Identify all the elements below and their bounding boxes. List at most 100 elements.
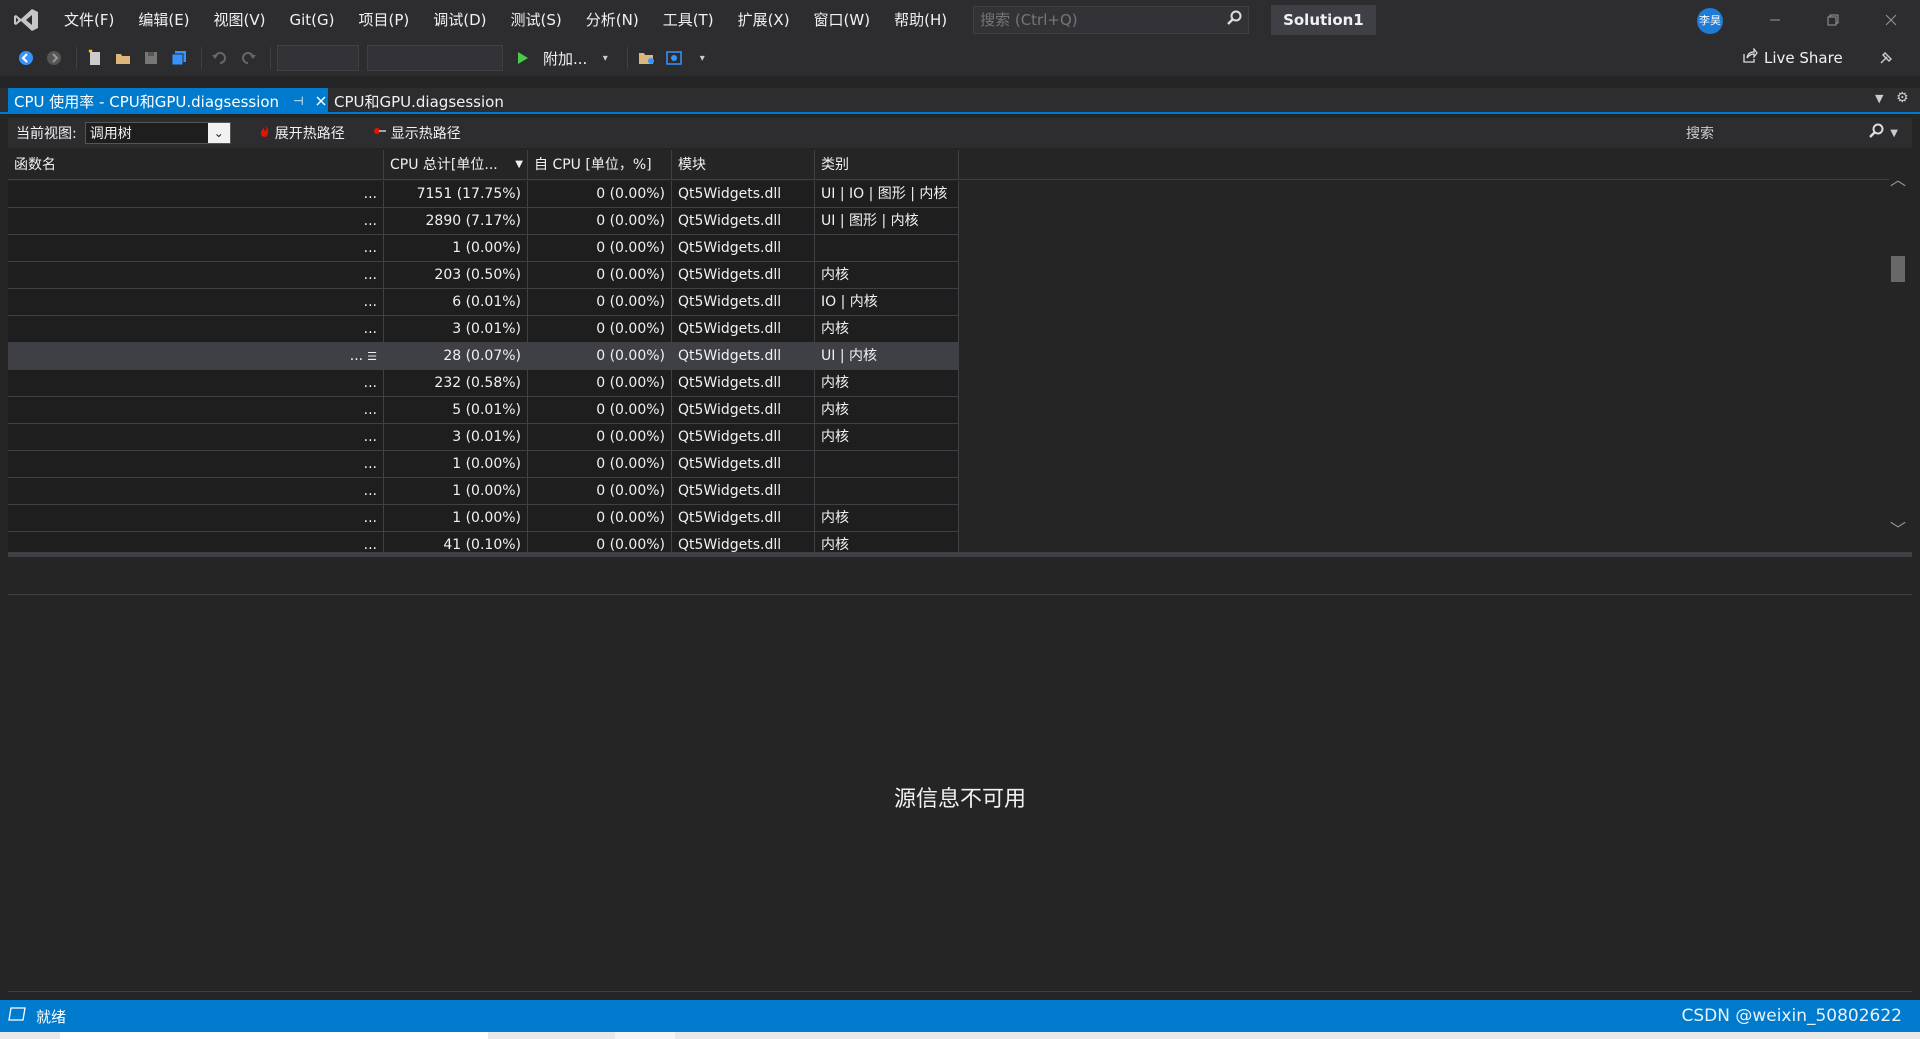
show-hot-path-button[interactable]: 显示热路径 xyxy=(373,123,461,143)
cpu-total-cell: 1 (0.00%) xyxy=(384,505,528,531)
close-tab-icon[interactable] xyxy=(315,92,326,110)
redo-icon[interactable] xyxy=(236,44,260,72)
undo-icon[interactable] xyxy=(208,44,232,72)
column-header-module[interactable]: 模块 xyxy=(672,150,815,180)
new-project-icon[interactable] xyxy=(83,44,107,72)
tab-cpu-usage[interactable]: CPU 使用率 - CPU和GPU.diagsession ⊣ xyxy=(8,88,328,114)
category-cell xyxy=(815,235,959,261)
start-debug-icon[interactable] xyxy=(511,44,535,72)
scroll-up-icon[interactable]: ︿ xyxy=(1888,166,1908,189)
table-row[interactable]: ... 203 (0.50%) 0 (0.00%) Qt5Widgets.dll 内核 xyxy=(8,262,959,289)
table-row[interactable]: ... 6 (0.01%) 0 (0.00%) Qt5Widgets.dll IO | … xyxy=(8,289,959,316)
minimize-button[interactable] xyxy=(1746,0,1804,40)
folder-icon[interactable] xyxy=(634,44,658,72)
screenshot-icon[interactable] xyxy=(662,44,686,72)
menu-item[interactable]: 扩展(X) xyxy=(726,0,802,40)
current-view-select[interactable]: 调用树 ⌄ xyxy=(84,122,231,144)
menu-item[interactable]: 工具(T) xyxy=(651,0,726,40)
function-name-cell: ... xyxy=(8,505,384,531)
function-name-cell: ... xyxy=(8,235,384,261)
self-cpu-cell-text: 0 (0.00%) xyxy=(596,402,665,418)
column-header-function-name[interactable]: 函数名 xyxy=(8,150,384,180)
save-icon[interactable] xyxy=(139,44,163,72)
self-cpu-cell: 0 (0.00%) xyxy=(528,343,672,369)
platform-combo[interactable] xyxy=(367,45,503,71)
tab-diagsession[interactable]: CPU和GPU.diagsession xyxy=(334,88,504,114)
table-row[interactable]: ... 2890 (7.17%) 0 (0.00%) Qt5Widgets.dll UI… xyxy=(8,208,959,235)
menu-item[interactable]: 文件(F) xyxy=(52,0,126,40)
module-cell-text: Qt5Widgets.dll xyxy=(678,240,782,256)
table-row[interactable]: ... ☰ 28 (0.07%) 0 (0.00%) Qt5Widgets.dll UI … xyxy=(8,343,959,370)
expand-hot-path-label: 展开热路径 xyxy=(274,126,345,142)
category-cell-text: 内核 xyxy=(821,321,849,337)
attach-button[interactable]: 附加... xyxy=(543,48,587,69)
table-row[interactable]: ... 41 (0.10%) 0 (0.00%) Qt5Widgets.dll 内核 xyxy=(8,532,959,552)
table-row[interactable]: ... 1 (0.00%) 0 (0.00%) Qt5Widgets.dll xyxy=(8,451,959,478)
table-row[interactable]: ... 1 (0.00%) 0 (0.00%) Qt5Widgets.dll xyxy=(8,235,959,262)
module-cell-text: Qt5Widgets.dll xyxy=(678,267,782,283)
toolbar-overflow-icon[interactable]: ▾ xyxy=(690,44,714,72)
function-name-cell: ... xyxy=(8,451,384,477)
search-icon[interactable] xyxy=(1226,10,1242,30)
scroll-down-icon[interactable]: ﹀ xyxy=(1888,516,1908,539)
feedback-icon[interactable] xyxy=(1874,44,1898,72)
menu-item[interactable]: 视图(V) xyxy=(202,0,278,40)
cpu-total-cell-text: 3 (0.01%) xyxy=(452,429,521,445)
source-unavailable-message: 源信息不可用 xyxy=(893,787,1026,812)
global-search-input[interactable] xyxy=(980,11,1227,29)
menu-item[interactable]: 测试(S) xyxy=(499,0,574,40)
menu-item[interactable]: 窗口(W) xyxy=(802,0,883,40)
live-share-button[interactable]: Live Share xyxy=(1742,44,1843,72)
global-search[interactable] xyxy=(973,6,1250,34)
chevron-down-icon[interactable]: ▼ xyxy=(1890,128,1898,139)
cpu-total-cell-text: 1 (0.00%) xyxy=(452,456,521,472)
column-header-cpu-total[interactable]: CPU 总计[单位... ▼ xyxy=(384,150,528,180)
standard-toolbar: 附加... ▾ ▾ xyxy=(0,40,1920,76)
grid-vertical-scrollbar[interactable]: ︿ ﹀ xyxy=(1888,166,1908,539)
expand-hot-path-button[interactable]: 展开热路径 xyxy=(259,123,345,143)
live-share-label: Live Share xyxy=(1764,49,1843,67)
function-name-cell: ... xyxy=(8,397,384,423)
table-row[interactable]: ... 232 (0.58%) 0 (0.00%) Qt5Widgets.dll 内核 xyxy=(8,370,959,397)
category-cell: 内核 xyxy=(815,505,959,531)
self-cpu-cell: 0 (0.00%) xyxy=(528,370,672,396)
column-header-self-cpu[interactable]: 自 CPU [单位，%] xyxy=(528,150,672,180)
function-name-cell-text: ... xyxy=(363,510,377,526)
column-header-category[interactable]: 类别 xyxy=(815,150,959,180)
menu-item[interactable]: 编辑(E) xyxy=(126,0,201,40)
scroll-thumb[interactable] xyxy=(1891,256,1905,282)
pin-icon[interactable]: ⊣ xyxy=(293,94,303,108)
function-name-cell: ... xyxy=(8,532,384,552)
status-text: 就绪 xyxy=(36,1007,67,1026)
menu-item[interactable]: 项目(P) xyxy=(347,0,422,40)
gear-icon[interactable]: ⚙ xyxy=(1896,90,1909,106)
search-icon[interactable] xyxy=(1868,123,1884,143)
function-name-cell-text: ... xyxy=(363,375,377,391)
navigate-back-icon[interactable] xyxy=(14,44,38,72)
visual-studio-logo-icon[interactable] xyxy=(0,0,52,40)
menu-item[interactable]: 分析(N) xyxy=(574,0,651,40)
panel-search[interactable]: 搜索 ▼ xyxy=(1680,122,1902,144)
table-row[interactable]: ... 1 (0.00%) 0 (0.00%) Qt5Widgets.dll 内核 xyxy=(8,505,959,532)
table-row[interactable]: ... 3 (0.01%) 0 (0.00%) Qt5Widgets.dll 内核 xyxy=(8,316,959,343)
menu-item[interactable]: Git(G) xyxy=(278,0,347,40)
restore-button[interactable] xyxy=(1804,0,1862,40)
table-row[interactable]: ... 5 (0.01%) 0 (0.00%) Qt5Widgets.dll 内核 xyxy=(8,397,959,424)
module-cell-text: Qt5Widgets.dll xyxy=(678,294,782,310)
save-all-icon[interactable] xyxy=(167,44,191,72)
menu-item[interactable]: 调试(D) xyxy=(421,0,498,40)
hot-path-marker-icon[interactable]: ☰ xyxy=(367,350,377,363)
table-row[interactable]: ... 3 (0.01%) 0 (0.00%) Qt5Widgets.dll 内核 xyxy=(8,424,959,451)
table-row[interactable]: ... 7151 (17.75%) 0 (0.00%) Qt5Widgets.dll U… xyxy=(8,181,959,208)
open-file-icon[interactable] xyxy=(111,44,135,72)
close-window-button[interactable] xyxy=(1862,0,1920,40)
navigate-forward-icon[interactable] xyxy=(42,44,66,72)
chevron-down-icon[interactable]: ▾ xyxy=(593,44,617,72)
user-avatar[interactable]: 李昊 xyxy=(1697,8,1723,34)
menu-item[interactable]: 帮助(H) xyxy=(882,0,959,40)
tab-list-dropdown-icon[interactable]: ▼ xyxy=(1875,92,1883,105)
cpu-total-cell: 7151 (17.75%) xyxy=(384,181,528,207)
configuration-combo[interactable] xyxy=(277,45,359,71)
function-name-cell-text: ... xyxy=(363,456,377,472)
table-row[interactable]: ... 1 (0.00%) 0 (0.00%) Qt5Widgets.dll xyxy=(8,478,959,505)
